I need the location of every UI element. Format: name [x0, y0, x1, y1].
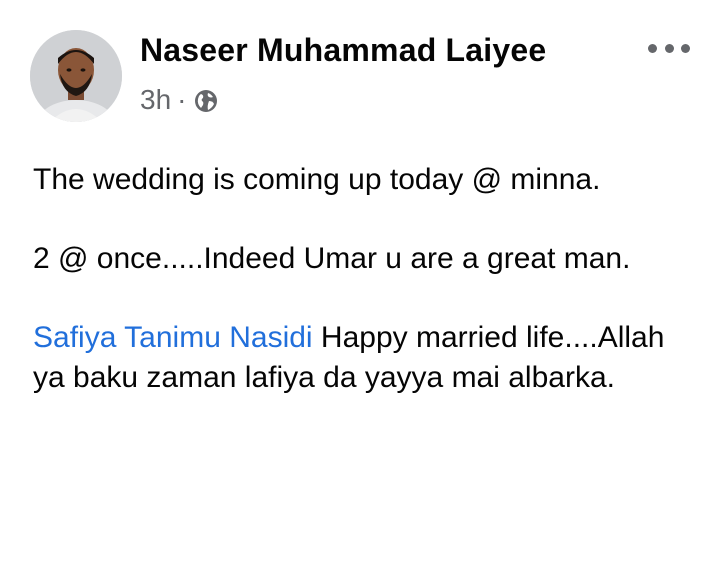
post-header: Naseer Muhammad Laiyee 3h · — [30, 30, 690, 122]
author-name[interactable]: Naseer Muhammad Laiyee — [140, 32, 546, 69]
more-dot — [648, 43, 657, 53]
globe-icon[interactable] — [194, 88, 218, 112]
post-paragraph: Safiya Tanimu Nasidi Happy married life.… — [33, 318, 693, 398]
post-paragraph: 2 @ once.....Indeed Umar u are a great m… — [33, 239, 693, 279]
author-avatar[interactable] — [30, 30, 122, 122]
post-timestamp[interactable]: 3h — [140, 84, 171, 116]
paragraph-text: The wedding is coming up today @ minna. — [33, 163, 601, 196]
more-dot — [681, 43, 690, 53]
more-options-icon[interactable] — [648, 36, 690, 60]
meta-separator: · — [177, 84, 187, 115]
avatar-image — [30, 30, 122, 122]
user-mention-link[interactable]: Safiya Tanimu Nasidi — [33, 321, 313, 354]
post-body: The wedding is coming up today @ minna. … — [33, 160, 693, 437]
paragraph-text: 2 @ once.....Indeed Umar u are a great m… — [33, 242, 631, 275]
post-paragraph: The wedding is coming up today @ minna. — [33, 160, 693, 200]
post-meta: 3h · — [140, 82, 218, 118]
facebook-post: Naseer Muhammad Laiyee 3h · The wedding … — [0, 0, 714, 582]
more-dot — [664, 43, 674, 53]
